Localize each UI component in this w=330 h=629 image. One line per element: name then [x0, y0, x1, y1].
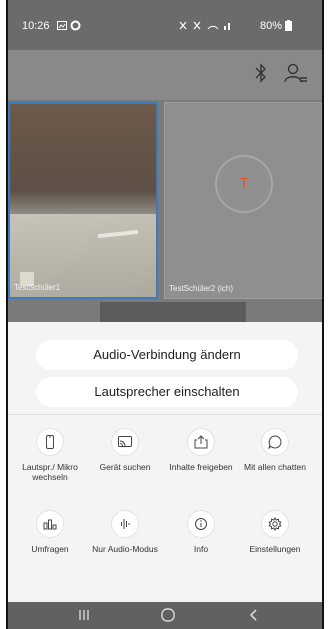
phone-frame: 10:26 80% TestSchüler1 T TestSchüler2 (i… — [6, 0, 324, 629]
share-content-button[interactable]: Inhalte freigeben — [168, 428, 234, 472]
tile-1-name: TestSchüler1 — [14, 283, 61, 292]
grid-label: Einstellungen — [249, 544, 301, 554]
chat-all-button[interactable]: Mit allen chatten — [242, 428, 308, 472]
tile-2-name: TestSchüler2 (ich) — [169, 284, 234, 293]
share-icon — [187, 428, 215, 456]
audio-connection-button[interactable]: Audio-Verbindung ändern — [36, 340, 298, 370]
video-tile-2[interactable]: T TestSchüler2 (ich) — [164, 102, 322, 299]
chat-icon — [261, 428, 289, 456]
gallery-icon — [57, 21, 67, 30]
video-gallery: TestSchüler1 T TestSchüler2 (ich) — [8, 100, 322, 322]
switch-speaker-mic-button[interactable]: Lautspr./ Mikro wechseln — [17, 428, 83, 482]
avatar: T — [215, 155, 273, 213]
polls-button[interactable]: Umfragen — [17, 510, 83, 554]
audio-wave-icon — [111, 510, 139, 538]
info-icon — [187, 510, 215, 538]
status-bar: 10:26 80% — [8, 0, 322, 50]
status-time: 10:26 — [22, 20, 50, 32]
speaker-on-button[interactable]: Lautsprecher einschalten — [36, 377, 298, 407]
circle-status-icon — [70, 20, 81, 31]
more-options-sheet: Audio-Verbindung ändern Lautsprecher ein… — [8, 322, 322, 602]
recent-apps-icon[interactable] — [74, 607, 94, 623]
battery-percent: 80% — [259, 20, 282, 32]
video-strip — [100, 302, 246, 322]
audio-only-button[interactable]: Nur Audio-Modus — [92, 510, 158, 554]
navigation-bar — [8, 602, 322, 629]
poll-icon — [36, 510, 64, 538]
info-button[interactable]: Info — [168, 510, 234, 554]
grid-label: Inhalte freigeben — [169, 462, 233, 472]
grid-label: Info — [193, 544, 209, 554]
bluetooth-icon[interactable] — [252, 62, 270, 84]
grid-label: Nur Audio-Modus — [92, 544, 158, 554]
gear-icon — [261, 510, 289, 538]
phone-speaker-icon — [36, 428, 64, 456]
home-icon[interactable] — [158, 607, 178, 623]
grid-label: Lautspr./ Mikro wechseln — [22, 462, 78, 482]
cast-icon — [111, 428, 139, 456]
grid-label: Mit allen chatten — [244, 462, 306, 472]
settings-button[interactable]: Einstellungen — [242, 510, 308, 554]
grid-label: Umfragen — [31, 544, 69, 554]
back-icon[interactable] — [244, 607, 264, 623]
find-device-button[interactable]: Gerät suchen — [92, 428, 158, 472]
battery-icon — [285, 20, 292, 31]
grid-label: Gerät suchen — [99, 462, 151, 472]
participants-icon[interactable] — [284, 62, 308, 84]
app-header — [8, 50, 322, 100]
divider — [8, 414, 322, 415]
signal-icons — [179, 21, 230, 30]
video-tile-1[interactable]: TestSchüler1 — [8, 102, 158, 299]
